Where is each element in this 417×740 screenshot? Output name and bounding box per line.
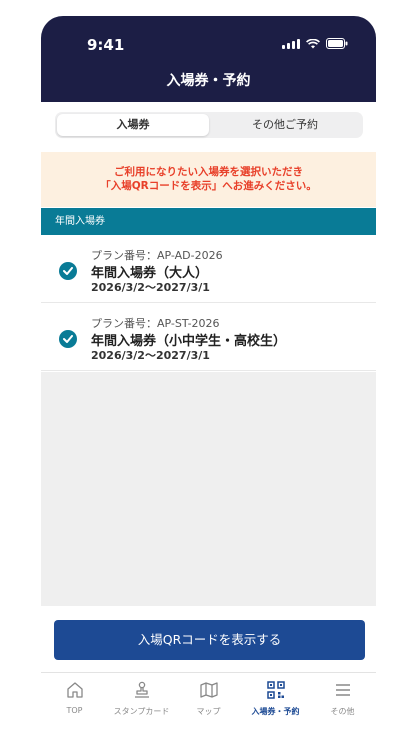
signal-icon	[282, 38, 300, 49]
checkmark-icon[interactable]	[59, 262, 77, 280]
segmented-tabs: 入場券 その他ご予約	[55, 112, 363, 138]
status-icons	[282, 38, 348, 49]
tabbar-item-tickets[interactable]: 入場券・予約	[242, 679, 309, 717]
tabbar-item-map[interactable]: マップ	[175, 679, 242, 717]
tab-admission-ticket[interactable]: 入場券	[57, 114, 209, 136]
ticket-item-student[interactable]: プラン番号：AP-ST-2026 年間入場券（小中学生・高校生） 2026/3/…	[41, 303, 376, 371]
plan-number: プラン番号：AP-AD-2026	[91, 249, 223, 262]
page-title: 入場券・予約	[166, 73, 251, 89]
notice-line-2: 「入場QRコードを表示」へお進みください。	[100, 180, 317, 192]
header: 9:41 入場券・予約	[41, 16, 376, 102]
tabbar-item-other[interactable]: その他	[309, 679, 376, 717]
ticket-period: 2026/3/2〜2027/3/1	[91, 281, 210, 294]
stamp-icon	[108, 679, 175, 701]
tabbar-label: マップ	[196, 707, 221, 716]
tab-other-reservations[interactable]: その他ご予約	[209, 114, 361, 136]
tabbar-item-stamp-card[interactable]: スタンプカード	[108, 679, 175, 717]
map-icon	[175, 679, 242, 701]
tabbar-label: TOP	[66, 706, 83, 715]
section-header: 年間入場券	[41, 208, 376, 235]
checkmark-icon[interactable]	[59, 330, 77, 348]
tabbar-item-top[interactable]: TOP	[41, 679, 108, 715]
home-icon	[41, 679, 108, 701]
ticket-item-adult[interactable]: プラン番号：AP-AD-2026 年間入場券（大人） 2026/3/2〜2027…	[41, 235, 376, 303]
tabbar-label: スタンプカード	[113, 707, 170, 716]
bottom-tab-bar: TOP スタンプカード マップ 入場券・予約 その他	[41, 672, 376, 724]
wifi-icon	[306, 38, 320, 49]
tabbar-label: その他	[330, 707, 355, 716]
empty-area	[41, 372, 376, 606]
ticket-list: プラン番号：AP-AD-2026 年間入場券（大人） 2026/3/2〜2027…	[41, 235, 376, 372]
phone-screen: 9:41 入場券・予約 入場券 その他ご予約 ご利用になりたい入場券を選択いただ…	[41, 16, 376, 724]
ticket-period: 2026/3/2〜2027/3/1	[91, 349, 210, 362]
status-time: 9:41	[87, 36, 125, 54]
plan-number: プラン番号：AP-ST-2026	[91, 317, 220, 330]
show-qr-code-button[interactable]: 入場QRコードを表示する	[54, 620, 365, 660]
battery-icon	[326, 38, 348, 49]
qr-code-icon	[242, 679, 309, 701]
instruction-notice: ご利用になりたい入場券を選択いただき 「入場QRコードを表示」へお進みください。	[41, 152, 376, 207]
notice-line-1: ご利用になりたい入場券を選択いただき	[114, 166, 303, 178]
tabbar-label: 入場券・予約	[251, 707, 300, 716]
menu-icon	[309, 679, 376, 701]
